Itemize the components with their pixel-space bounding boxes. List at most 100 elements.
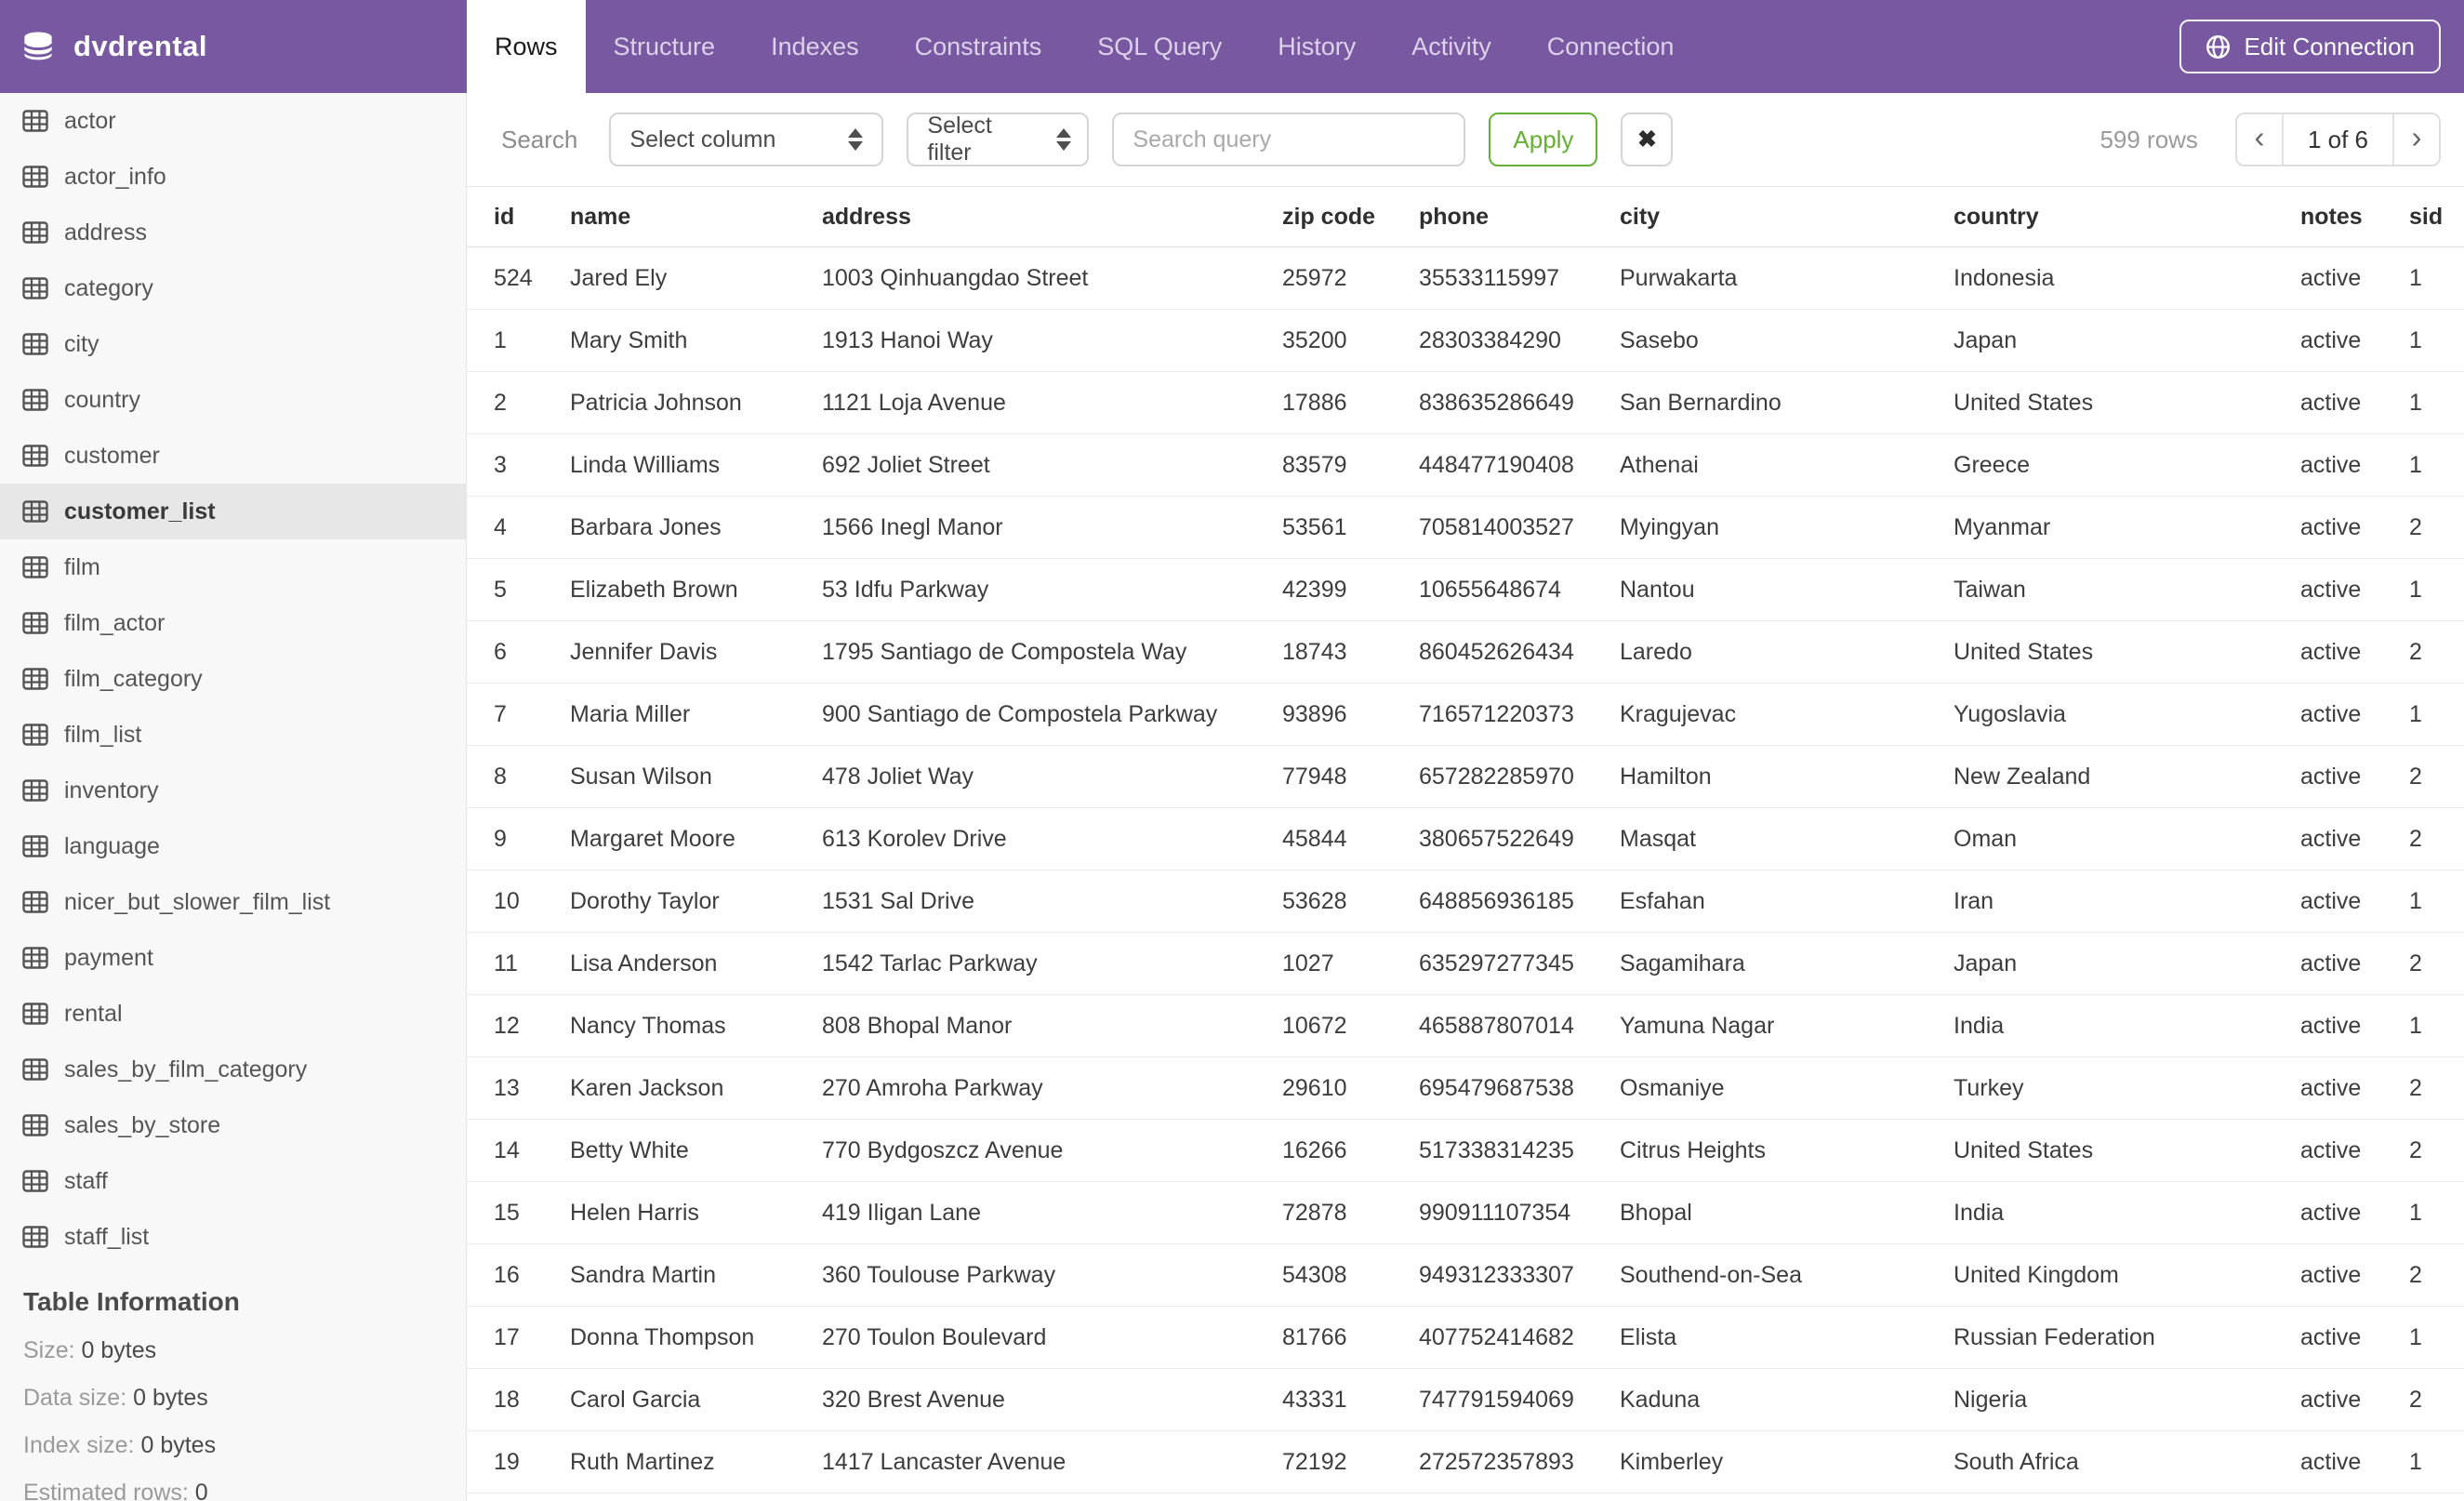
cell-notes: active [2273, 620, 2382, 684]
table-row[interactable]: 7 Maria Miller 900 Santiago de Compostela … [467, 683, 2464, 746]
table-row[interactable]: 8 Susan Wilson 478 Joliet Way 77948 65728228… [467, 745, 2464, 808]
sidebar-item-country[interactable]: country [0, 372, 466, 428]
tab-sql-query[interactable]: SQL Query [1069, 0, 1250, 93]
cell-id: 18 [467, 1368, 543, 1431]
sidebar-item-actor_info[interactable]: actor_info [0, 149, 466, 205]
table-row[interactable]: 10 Dorothy Taylor 1531 Sal Drive 53628 64885… [467, 870, 2464, 933]
sidebar-item-rental[interactable]: rental [0, 986, 466, 1042]
cell-sid: 1 [2382, 994, 2464, 1057]
info-label: Data size: [23, 1385, 127, 1411]
table-grid-icon [22, 500, 48, 523]
table-grid-icon [22, 668, 48, 690]
column-header-zip-code[interactable]: zip code [1255, 186, 1392, 247]
sidebar-item-film_actor[interactable]: film_actor [0, 595, 466, 651]
sidebar-item-actor[interactable]: actor [0, 93, 466, 149]
cell-id: 12 [467, 994, 543, 1057]
cell-phone: 517338314235 [1392, 1119, 1593, 1182]
tab-indexes[interactable]: Indexes [743, 0, 887, 93]
prev-page-button[interactable]: ‹ [2236, 114, 2282, 165]
edit-connection-button[interactable]: Edit Connection [2179, 20, 2441, 73]
tab-structure[interactable]: Structure [586, 0, 744, 93]
sidebar-item-language[interactable]: language [0, 818, 466, 874]
sidebar-item-film_category[interactable]: film_category [0, 651, 466, 707]
sidebar-item-staff_list[interactable]: staff_list [0, 1209, 466, 1265]
filter-select[interactable]: Select filter [907, 113, 1090, 166]
cell-zip-code: 43331 [1255, 1368, 1392, 1431]
next-page-button[interactable]: › [2394, 114, 2439, 165]
table-row[interactable]: 9 Margaret Moore 613 Korolev Drive 45844 380… [467, 807, 2464, 870]
column-header-sid[interactable]: sid [2382, 186, 2464, 247]
column-header-city[interactable]: city [1593, 186, 1927, 247]
cell-city: Nantou [1593, 558, 1927, 621]
header-spacer [1702, 0, 2179, 93]
table-name: film [64, 553, 100, 580]
sidebar-item-payment[interactable]: payment [0, 930, 466, 986]
sidebar-item-staff[interactable]: staff [0, 1153, 466, 1209]
table-row[interactable]: 16 Sandra Martin 360 Toulouse Parkway 54308… [467, 1243, 2464, 1307]
cell-sid: 2 [2382, 745, 2464, 808]
column-header-address[interactable]: address [795, 186, 1255, 247]
database-logo: dvdrental [0, 0, 467, 93]
sidebar-item-sales_by_store[interactable]: sales_by_store [0, 1097, 466, 1153]
table-row[interactable]: 5 Elizabeth Brown 53 Idfu Parkway 42399 1065… [467, 558, 2464, 621]
column-header-notes[interactable]: notes [2273, 186, 2382, 247]
cell-notes: active [2273, 1368, 2382, 1431]
tab-constraints[interactable]: Constraints [887, 0, 1070, 93]
cell-name: Ruth Martinez [543, 1430, 795, 1494]
cell-notes: active [2273, 558, 2382, 621]
table-row[interactable]: 4 Barbara Jones 1566 Inegl Manor 53561 70581… [467, 496, 2464, 559]
column-header-phone[interactable]: phone [1392, 186, 1593, 247]
table-row[interactable]: 3 Linda Williams 692 Joliet Street 83579 448… [467, 433, 2464, 497]
column-select[interactable]: Select column [609, 113, 884, 166]
sidebar-item-film[interactable]: film [0, 539, 466, 595]
table-row[interactable]: 14 Betty White 770 Bydgoszcz Avenue 16266 51… [467, 1119, 2464, 1182]
table-row[interactable]: 17 Donna Thompson 270 Toulon Boulevard 8176… [467, 1306, 2464, 1369]
table-row[interactable]: 2 Patricia Johnson 1121 Loja Avenue 17886 83… [467, 371, 2464, 434]
column-header-country[interactable]: country [1927, 186, 2273, 247]
table-name: language [64, 832, 160, 859]
cell-address: 1542 Tarlac Parkway [795, 932, 1255, 995]
tab-history[interactable]: History [1250, 0, 1384, 93]
cell-zip-code: 53628 [1255, 870, 1392, 933]
cell-address: 419 Iligan Lane [795, 1181, 1255, 1244]
cell-zip-code: 93896 [1255, 683, 1392, 746]
tab-rows[interactable]: Rows [467, 0, 586, 93]
cell-id: 3 [467, 433, 543, 497]
sidebar-item-address[interactable]: address [0, 205, 466, 260]
table-row[interactable]: 11 Lisa Anderson 1542 Tarlac Parkway 1027 63… [467, 932, 2464, 995]
search-query-input[interactable] [1112, 113, 1466, 166]
table-row[interactable]: 19 Ruth Martinez 1417 Lancaster Avenue 7219… [467, 1430, 2464, 1494]
table-row[interactable]: 15 Helen Harris 419 Iligan Lane 72878 990911… [467, 1181, 2464, 1244]
table-grid-icon [22, 947, 48, 969]
table-row[interactable]: 6 Jennifer Davis 1795 Santiago de Composte… [467, 620, 2464, 684]
cell-name: Jennifer Davis [543, 620, 795, 684]
table-row[interactable]: 18 Carol Garcia 320 Brest Avenue 43331 74779… [467, 1368, 2464, 1431]
sidebar-item-category[interactable]: category [0, 260, 466, 316]
apply-button[interactable]: Apply [1489, 113, 1598, 166]
cell-address: 1531 Sal Drive [795, 870, 1255, 933]
cell-city: Southend-on-Sea [1593, 1243, 1927, 1307]
column-header-id[interactable]: id [467, 186, 543, 247]
sidebar-item-customer[interactable]: customer [0, 428, 466, 484]
table-row[interactable]: 12 Nancy Thomas 808 Bhopal Manor 10672 46588… [467, 994, 2464, 1057]
sidebar-item-film_list[interactable]: film_list [0, 707, 466, 763]
sidebar-item-city[interactable]: city [0, 316, 466, 372]
sidebar-item-sales_by_film_category[interactable]: sales_by_film_category [0, 1042, 466, 1097]
tab-connection[interactable]: Connection [1519, 0, 1702, 93]
cell-zip-code: 29610 [1255, 1056, 1392, 1120]
cell-phone: 10655648674 [1392, 558, 1593, 621]
sidebar-item-customer_list[interactable]: customer_list [0, 484, 466, 539]
table-row[interactable]: 1 Mary Smith 1913 Hanoi Way 35200 2830338429… [467, 309, 2464, 372]
tab-activity[interactable]: Activity [1384, 0, 1519, 93]
clear-search-button[interactable]: ✖ [1621, 113, 1674, 166]
column-header-name[interactable]: name [543, 186, 795, 247]
table-row[interactable]: 13 Karen Jackson 270 Amroha Parkway 29610 69… [467, 1056, 2464, 1120]
results-table: id name address zip code phone city country not… [467, 186, 2464, 1494]
cell-phone: 635297277345 [1392, 932, 1593, 995]
cell-id: 2 [467, 371, 543, 434]
sidebar-item-nicer_but_slower_film_list[interactable]: nicer_but_slower_film_list [0, 874, 466, 930]
table-grid-icon [22, 1114, 48, 1136]
database-name: dvdrental [73, 30, 208, 62]
table-row[interactable]: 524 Jared Ely 1003 Qinhuangdao Street 25972… [467, 246, 2464, 310]
sidebar-item-inventory[interactable]: inventory [0, 763, 466, 818]
